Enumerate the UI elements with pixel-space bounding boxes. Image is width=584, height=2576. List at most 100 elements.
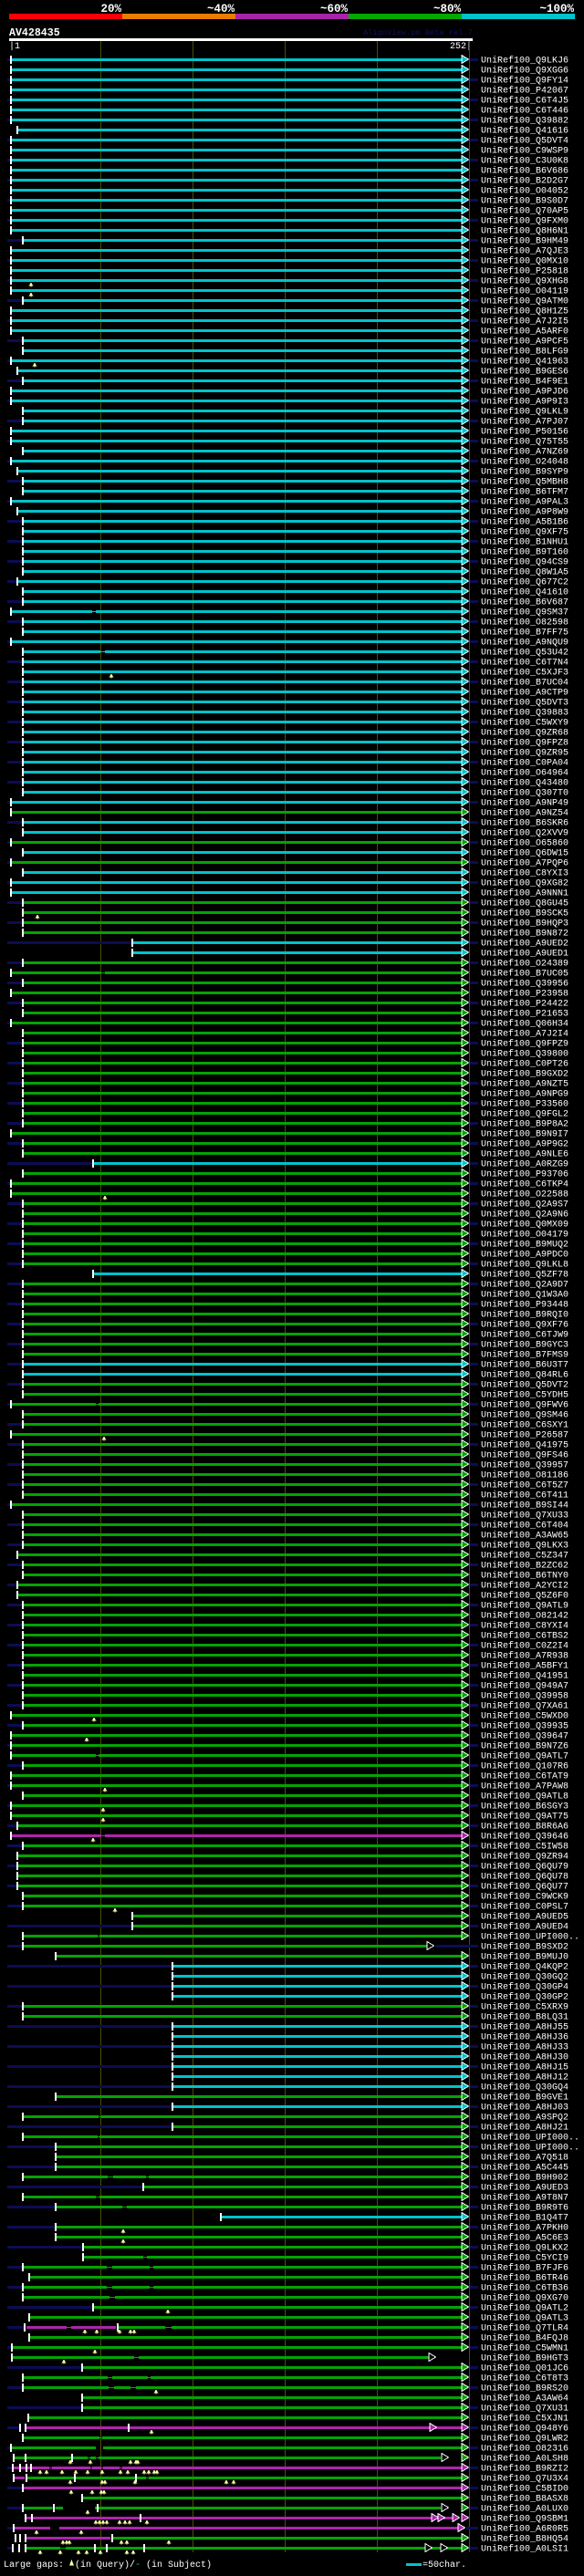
svg-text:UniRef100_B8ASX8: UniRef100_B8ASX8 xyxy=(481,2494,568,2505)
svg-text:UniRef100_Q7TLR4: UniRef100_Q7TLR4 xyxy=(481,2323,568,2334)
svg-text:UniRef100_A7Q518: UniRef100_A7Q518 xyxy=(481,2153,568,2164)
svg-text:UniRef100_Q9XGG6: UniRef100_Q9XGG6 xyxy=(481,66,568,77)
svg-text:UniRef100_C5XRX9: UniRef100_C5XRX9 xyxy=(481,2002,568,2013)
svg-text:UniRef100_Q9LWR2: UniRef100_Q9LWR2 xyxy=(481,2434,568,2445)
svg-text:UniRef100_B9SXD2: UniRef100_B9SXD2 xyxy=(481,1942,568,1953)
svg-text:UniRef100_A0RZG9: UniRef100_A0RZG9 xyxy=(481,1159,568,1170)
svg-text:UniRef100_O81186: UniRef100_O81186 xyxy=(481,1470,568,1481)
svg-text:UniRef100_B1Q4T7: UniRef100_B1Q4T7 xyxy=(481,2213,568,2224)
svg-text:UniRef100_B6TR46: UniRef100_B6TR46 xyxy=(481,2273,568,2284)
svg-text:UniRef100_Q5ZF78: UniRef100_Q5ZF78 xyxy=(481,1270,568,1281)
svg-text:UniRef100_C5WMN1: UniRef100_C5WMN1 xyxy=(481,2343,568,2354)
svg-text:UniRef100_C6SXY1: UniRef100_C6SXY1 xyxy=(481,1420,568,1431)
svg-text:UniRef100_O64964: UniRef100_O64964 xyxy=(481,768,568,779)
svg-text:UniRef100_A8HJ12: UniRef100_A8HJ12 xyxy=(481,2072,568,2083)
svg-text:UniRef100_O04119: UniRef100_O04119 xyxy=(481,286,568,297)
svg-text:~60%: ~60% xyxy=(320,3,349,16)
svg-text:UniRef100_O24048: UniRef100_O24048 xyxy=(481,457,568,468)
svg-text:UniRef100_A9P9G2: UniRef100_A9P9G2 xyxy=(481,1139,568,1150)
svg-text:UniRef100_A5B1B6: UniRef100_A5B1B6 xyxy=(481,517,568,528)
svg-text:UniRef100_Q84RL6: UniRef100_Q84RL6 xyxy=(481,1370,568,1381)
svg-text:UniRef100_A9UED4: UniRef100_A9UED4 xyxy=(481,1922,568,1933)
svg-text:UniRef100_P42067: UniRef100_P42067 xyxy=(481,86,568,97)
svg-text:UniRef100_Q9AT75: UniRef100_Q9AT75 xyxy=(481,1812,568,1823)
svg-text:UniRef100_A9NQU9: UniRef100_A9NQU9 xyxy=(481,638,568,649)
svg-text:UniRef100_C5Z347: UniRef100_C5Z347 xyxy=(481,1551,568,1562)
svg-text:|1: |1 xyxy=(9,41,20,52)
svg-text:UniRef100_C6TJW9: UniRef100_C6TJW9 xyxy=(481,1330,568,1341)
svg-text:UniRef100_B9N7Z6: UniRef100_B9N7Z6 xyxy=(481,1741,568,1752)
svg-text:UniRef100_Q39882: UniRef100_Q39882 xyxy=(481,116,568,127)
svg-text:UniRef100_Q6QU78: UniRef100_Q6QU78 xyxy=(481,1872,568,1883)
svg-text:UniRef100_Q4KQP2: UniRef100_Q4KQP2 xyxy=(481,1962,568,1973)
svg-text:UniRef100_Q94CS9: UniRef100_Q94CS9 xyxy=(481,557,568,568)
svg-text:UniRef100_B9S0D7: UniRef100_B9S0D7 xyxy=(481,196,568,207)
svg-text:UniRef100_A8HJ36: UniRef100_A8HJ36 xyxy=(481,2032,568,2043)
svg-text:UniRef100_B9H902: UniRef100_B9H902 xyxy=(481,2173,568,2184)
svg-text:UniRef100_Q41951: UniRef100_Q41951 xyxy=(481,1671,568,1682)
svg-text:UniRef100_B7FMS9: UniRef100_B7FMS9 xyxy=(481,1350,568,1361)
svg-text:UniRef100_A9P9I3: UniRef100_A9P9I3 xyxy=(481,397,568,408)
svg-text:UniRef100_Q2A9N6: UniRef100_Q2A9N6 xyxy=(481,1210,568,1220)
svg-text:UniRef100_Q6QU79: UniRef100_Q6QU79 xyxy=(481,1862,568,1873)
svg-text:UniRef100_C6TB36: UniRef100_C6TB36 xyxy=(481,2283,568,2294)
svg-text:UniRef100_Q9ATL8: UniRef100_Q9ATL8 xyxy=(481,1792,568,1802)
svg-text:UniRef100_A8HJ15: UniRef100_A8HJ15 xyxy=(481,2062,568,2073)
svg-text:UniRef100_Q39883: UniRef100_Q39883 xyxy=(481,708,568,719)
svg-text:UniRef100_A2YCI2: UniRef100_A2YCI2 xyxy=(481,1581,568,1592)
svg-text:UniRef100_A7PJ07: UniRef100_A7PJ07 xyxy=(481,417,568,428)
svg-text:UniRef100_Q9ATL9: UniRef100_Q9ATL9 xyxy=(481,1601,568,1612)
svg-text:UniRef100_C6T7N4: UniRef100_C6T7N4 xyxy=(481,658,568,669)
svg-text:UniRef100_Q9ZR95: UniRef100_Q9ZR95 xyxy=(481,748,568,759)
svg-text:UniRef100_A5C6E3: UniRef100_A5C6E3 xyxy=(481,2233,568,2244)
svg-text:AV428435: AV428435 xyxy=(9,27,60,39)
svg-text:UniRef100_B6TNY0: UniRef100_B6TNY0 xyxy=(481,1571,568,1582)
svg-text:UniRef100_Q8H1Z5: UniRef100_Q8H1Z5 xyxy=(481,306,568,317)
svg-text:UniRef100_P24422: UniRef100_P24422 xyxy=(481,999,568,1010)
svg-text:UniRef100_Q9XF75: UniRef100_Q9XF75 xyxy=(481,527,568,538)
svg-text:UniRef100_B9RQI0: UniRef100_B9RQI0 xyxy=(481,1310,568,1321)
svg-text:UniRef100_Q1W3A0: UniRef100_Q1W3A0 xyxy=(481,1290,568,1301)
svg-text:UniRef100_C8YXI4: UniRef100_C8YXI4 xyxy=(481,1621,568,1632)
svg-text:UniRef100_Q39956: UniRef100_Q39956 xyxy=(481,979,568,990)
svg-text:UniRef100_B7UC04: UniRef100_B7UC04 xyxy=(481,678,568,689)
svg-text:UniRef100_UPI000..: UniRef100_UPI000.. xyxy=(481,2143,579,2154)
svg-text:UniRef100_B6V686: UniRef100_B6V686 xyxy=(481,166,568,177)
svg-text:UniRef100_B2D2G7: UniRef100_B2D2G7 xyxy=(481,176,568,187)
svg-text:UniRef100_Q2A9S7: UniRef100_Q2A9S7 xyxy=(481,1200,568,1210)
svg-text:UniRef100_C0PSL7: UniRef100_C0PSL7 xyxy=(481,1902,568,1913)
svg-text:UniRef100_Q39647: UniRef100_Q39647 xyxy=(481,1731,568,1742)
svg-text:UniRef100_O22588: UniRef100_O22588 xyxy=(481,1189,568,1200)
svg-text:UniRef100_Q9SM37: UniRef100_Q9SM37 xyxy=(481,608,568,618)
svg-text:UniRef100_Q43480: UniRef100_Q43480 xyxy=(481,778,568,789)
svg-text:UniRef100_A8HJ03: UniRef100_A8HJ03 xyxy=(481,2103,568,2114)
svg-text:UniRef100_Q30GQ2: UniRef100_Q30GQ2 xyxy=(481,1972,568,1983)
svg-text:UniRef100_Q9FS46: UniRef100_Q9FS46 xyxy=(481,1450,568,1461)
svg-text:UniRef100_Q01JC6: UniRef100_Q01JC6 xyxy=(481,2363,568,2374)
svg-text:UniRef100_C0PT26: UniRef100_C0PT26 xyxy=(481,1059,568,1070)
svg-text:UniRef100_A9PAL3: UniRef100_A9PAL3 xyxy=(481,497,568,508)
svg-text:UniRef100_Q9LKL9: UniRef100_Q9LKL9 xyxy=(481,407,568,418)
svg-text:Large gaps:: Large gaps: xyxy=(4,2560,64,2571)
svg-text:UniRef100_C5YDH5: UniRef100_C5YDH5 xyxy=(481,1390,568,1401)
svg-text:UniRef100_B9MUJ0: UniRef100_B9MUJ0 xyxy=(481,1952,568,1963)
svg-text:UniRef100_P25818: UniRef100_P25818 xyxy=(481,266,568,277)
svg-text:UniRef100_Q5DVT4: UniRef100_Q5DVT4 xyxy=(481,136,568,147)
svg-text:UniRef100_Q41610: UniRef100_Q41610 xyxy=(481,587,568,598)
svg-text:UniRef100_A9CTP9: UniRef100_A9CTP9 xyxy=(481,688,568,699)
svg-text:UniRef100_B9GES6: UniRef100_B9GES6 xyxy=(481,367,568,378)
svg-text:UniRef100_UPI000..: UniRef100_UPI000.. xyxy=(481,1932,579,1943)
svg-text:UniRef100_Q9ATM0: UniRef100_Q9ATM0 xyxy=(481,296,568,307)
svg-text:UniRef100_Q39958: UniRef100_Q39958 xyxy=(481,1691,568,1702)
svg-text:~40%: ~40% xyxy=(207,3,235,16)
svg-text:UniRef100_B9R9T6: UniRef100_B9R9T6 xyxy=(481,2203,568,2214)
svg-text:UniRef100_A7NZ69: UniRef100_A7NZ69 xyxy=(481,447,568,458)
svg-text:UniRef100_C6TAT9: UniRef100_C6TAT9 xyxy=(481,1771,568,1782)
svg-text:UniRef100_C5IW58: UniRef100_C5IW58 xyxy=(481,1842,568,1853)
svg-text:UniRef100_A7PAW8: UniRef100_A7PAW8 xyxy=(481,1781,568,1792)
svg-text:UniRef100_P93706: UniRef100_P93706 xyxy=(481,1169,568,1180)
svg-text:UniRef100_P93448: UniRef100_P93448 xyxy=(481,1300,568,1311)
svg-text:UniRef100_Q7U3X4: UniRef100_Q7U3X4 xyxy=(481,2474,568,2485)
svg-text:UniRef100_C6T5Z7: UniRef100_C6T5Z7 xyxy=(481,1480,568,1491)
svg-text:UniRef100_A7J2I4: UniRef100_A7J2I4 xyxy=(481,1029,568,1040)
